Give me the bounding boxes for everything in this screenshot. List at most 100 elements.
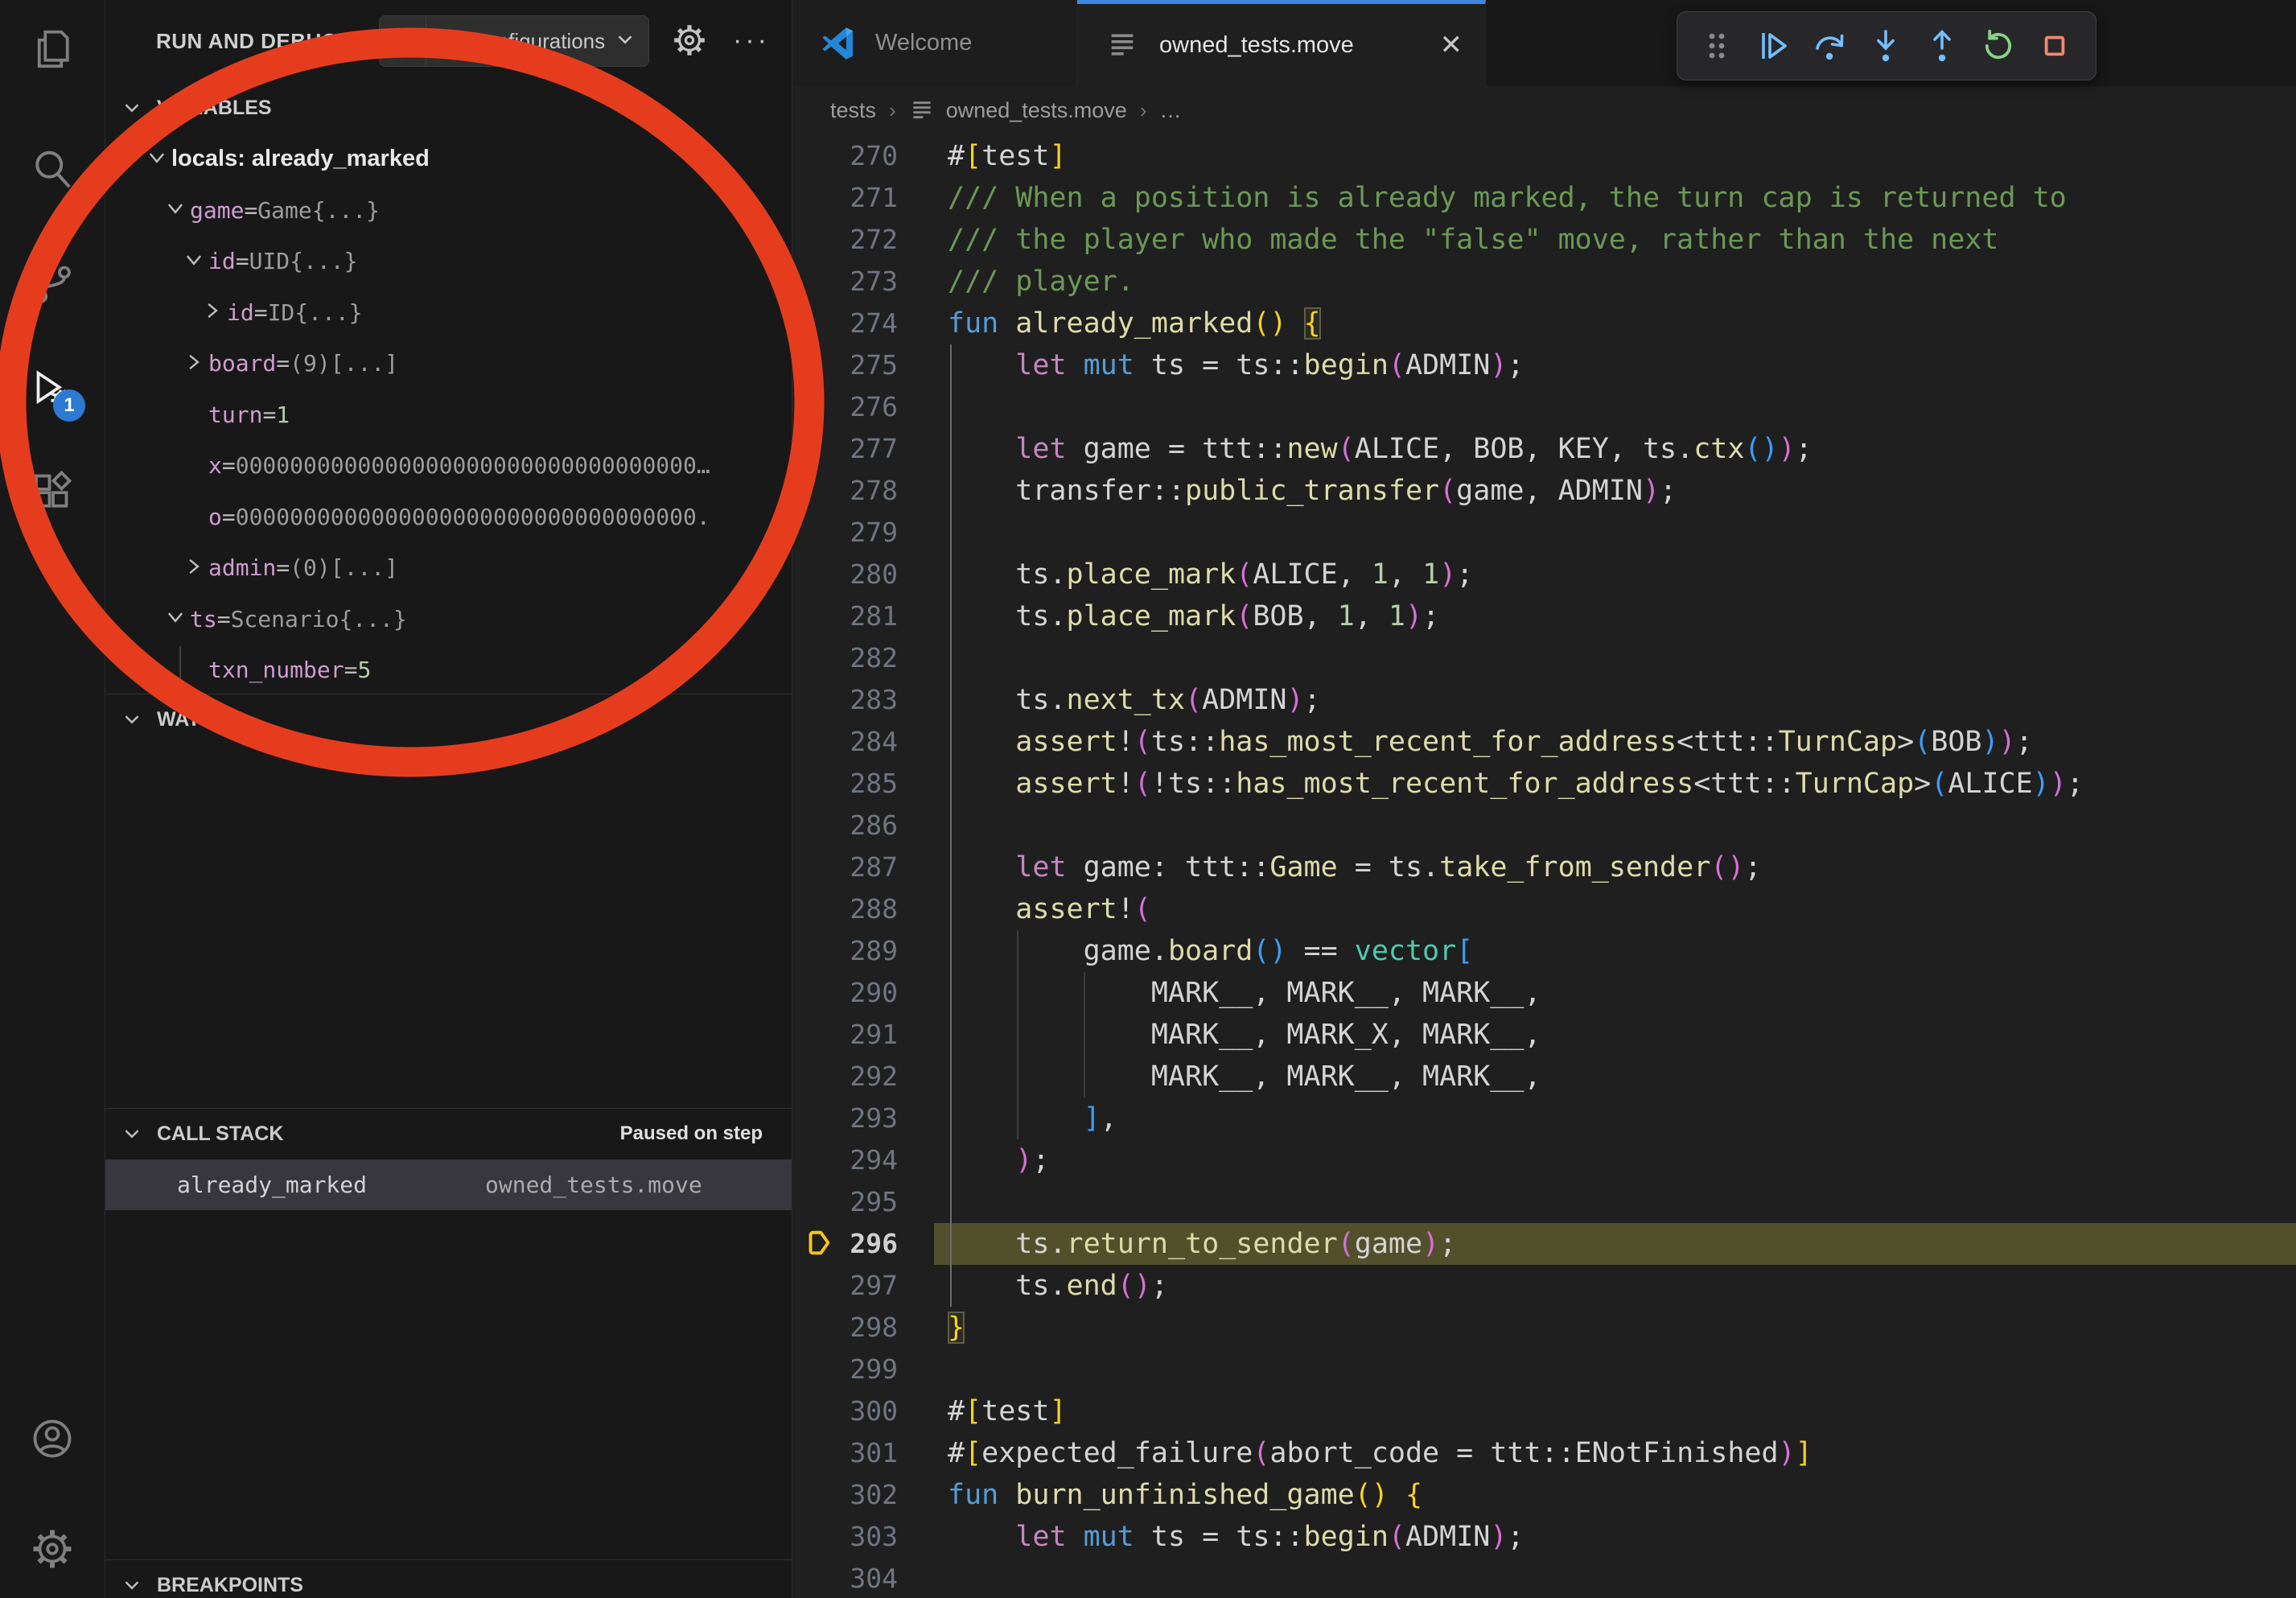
code-line[interactable]: 297 ts.end(); — [793, 1265, 2296, 1307]
code-line[interactable]: 298} — [793, 1307, 2296, 1349]
code-line[interactable]: 303 let mut ts = ts::begin(ADMIN); — [793, 1516, 2296, 1558]
code-line[interactable]: 294 ); — [793, 1139, 2296, 1181]
chevron-down-icon[interactable] — [183, 249, 208, 274]
code-line[interactable]: 304 — [793, 1558, 2296, 1598]
variable-row[interactable]: ts = Scenario{...} — [105, 594, 792, 645]
step-over-button[interactable] — [1801, 18, 1858, 74]
tab-label: owned_tests.move — [1159, 32, 1354, 59]
code-line[interactable]: 274fun already_marked() { — [793, 303, 2296, 344]
variable-row[interactable]: board = (9)[...] — [105, 338, 792, 389]
account-icon[interactable] — [26, 1412, 79, 1465]
code-line[interactable]: 277 let game = ttt::new(ALICE, BOB, KEY,… — [793, 428, 2296, 470]
current-step-marker-icon[interactable] — [804, 1229, 835, 1260]
line-number: 300 — [793, 1390, 898, 1432]
launch-config-dropdown[interactable]: No Configurations — [379, 15, 649, 67]
explorer-icon[interactable] — [26, 23, 79, 76]
code-line[interactable]: 295 — [793, 1181, 2296, 1223]
chevron-right-icon[interactable] — [202, 300, 227, 324]
run-and-debug-icon[interactable]: 1 — [26, 364, 79, 417]
close-icon[interactable]: ✕ — [1440, 31, 1463, 59]
code-text: ts.next_tx(ADMIN); — [934, 679, 2296, 721]
code-line[interactable]: 284 assert!(ts::has_most_recent_for_addr… — [793, 721, 2296, 763]
line-number: 286 — [793, 805, 898, 846]
call-stack-frame[interactable]: already_marked owned_tests.move — [105, 1159, 792, 1210]
variables-section-header[interactable]: VARIABLES — [105, 83, 792, 133]
code-line[interactable]: 271/// When a position is already marked… — [793, 177, 2296, 219]
code-line[interactable]: 292 MARK__, MARK__, MARK__, — [793, 1056, 2296, 1098]
code-line[interactable]: 276 — [793, 386, 2296, 428]
code-line[interactable]: 302fun burn_unfinished_game() { — [793, 1474, 2296, 1516]
code-line[interactable]: 290 MARK__, MARK__, MARK__, — [793, 972, 2296, 1014]
code-line[interactable]: 282 — [793, 637, 2296, 679]
line-number: 284 — [793, 721, 898, 763]
code-line[interactable]: 275 let mut ts = ts::begin(ADMIN); — [793, 344, 2296, 386]
debug-settings-gear-icon[interactable] — [664, 14, 715, 66]
code-line[interactable]: 301#[expected_failure(abort_code = ttt::… — [793, 1432, 2296, 1474]
chevron-right-icon[interactable] — [183, 556, 208, 580]
extensions-icon[interactable] — [26, 465, 79, 518]
settings-gear-icon[interactable] — [26, 1522, 79, 1575]
code-text — [934, 1181, 2296, 1223]
code-line[interactable]: 270#[test] — [793, 135, 2296, 177]
code-line[interactable]: 285 assert!(!ts::has_most_recent_for_add… — [793, 763, 2296, 805]
code-line[interactable]: 299 — [793, 1349, 2296, 1390]
variable-name: turn — [208, 402, 262, 428]
start-debug-icon[interactable] — [380, 16, 426, 66]
line-number: 290 — [793, 972, 898, 1014]
variable-row[interactable]: locals: already_marked — [105, 134, 792, 185]
search-icon[interactable] — [26, 143, 79, 196]
chevron-right-icon[interactable] — [183, 352, 208, 376]
code-line[interactable]: 286 — [793, 805, 2296, 846]
watch-title: WATCH — [157, 708, 229, 731]
source-control-icon[interactable] — [26, 256, 79, 309]
line-number: 279 — [793, 512, 898, 554]
variable-row[interactable]: txn_number = 5 — [105, 645, 792, 696]
variable-row[interactable]: id = UID{...} — [105, 236, 792, 287]
line-number: 288 — [793, 888, 898, 930]
chevron-spacer — [183, 402, 208, 426]
variable-row[interactable]: o = 0000000000000000000000000000000000. — [105, 492, 792, 543]
variable-row[interactable]: x = 0000000000000000000000000000000000… — [105, 440, 792, 492]
chevron-down-icon[interactable] — [165, 607, 190, 631]
code-line[interactable]: 288 assert!( — [793, 888, 2296, 930]
step-into-button[interactable] — [1858, 18, 1914, 74]
code-line[interactable]: 279 — [793, 512, 2296, 554]
step-out-button[interactable] — [1914, 18, 1970, 74]
line-number: 303 — [793, 1516, 898, 1558]
toolbar-drag-grip[interactable] — [1689, 18, 1745, 74]
code-line[interactable]: 281 ts.place_mark(BOB, 1, 1); — [793, 595, 2296, 637]
continue-button[interactable] — [1745, 18, 1801, 74]
variable-row[interactable]: admin = (0)[...] — [105, 542, 792, 594]
code-line[interactable]: 291 MARK__, MARK_X, MARK__, — [793, 1014, 2296, 1056]
code-line[interactable]: 289 game.board() == vector[ — [793, 930, 2296, 972]
code-line[interactable]: 287 let game: ttt::Game = ts.take_from_s… — [793, 846, 2296, 888]
watch-section-header[interactable]: WATCH — [105, 694, 792, 744]
code-line[interactable]: 272/// the player who made the "false" m… — [793, 219, 2296, 261]
stop-button[interactable] — [2026, 18, 2083, 74]
line-number: 280 — [793, 554, 898, 595]
chevron-down-icon[interactable] — [146, 147, 171, 171]
variable-row[interactable]: id = ID{...} — [105, 287, 792, 339]
breadcrumb-item[interactable]: owned_tests.move — [946, 98, 1127, 123]
code-editor[interactable]: 270#[test]271/// When a position is alre… — [793, 135, 2296, 1598]
call-stack-section-header[interactable]: CALL STACK Paused on step — [105, 1109, 792, 1159]
line-number: 294 — [793, 1139, 898, 1181]
variable-row[interactable]: game = Game{...} — [105, 185, 792, 237]
variable-row[interactable]: turn = 1 — [105, 389, 792, 441]
code-line[interactable]: 293 ], — [793, 1098, 2296, 1139]
variable-value: UID{...} — [249, 248, 358, 274]
code-line[interactable]: 283 ts.next_tx(ADMIN); — [793, 679, 2296, 721]
breadcrumb-item[interactable]: … — [1160, 98, 1182, 123]
breakpoints-section-header[interactable]: BREAKPOINTS — [105, 1560, 792, 1598]
chevron-down-icon[interactable] — [165, 198, 190, 222]
code-line[interactable]: 280 ts.place_mark(ALICE, 1, 1); — [793, 554, 2296, 595]
code-line[interactable]: 273/// player. — [793, 261, 2296, 303]
more-actions-icon[interactable]: ··· — [723, 14, 780, 66]
restart-button[interactable] — [1970, 18, 2026, 74]
tab-owned-tests-move[interactable]: owned_tests.move ✕ — [1077, 0, 1486, 86]
tab-welcome[interactable]: Welcome — [793, 0, 1077, 86]
code-line[interactable]: 278 transfer::public_transfer(game, ADMI… — [793, 470, 2296, 512]
breadcrumb-item[interactable]: tests — [830, 98, 876, 123]
code-line[interactable]: 296 ts.return_to_sender(game); — [793, 1223, 2296, 1265]
code-line[interactable]: 300#[test] — [793, 1390, 2296, 1432]
